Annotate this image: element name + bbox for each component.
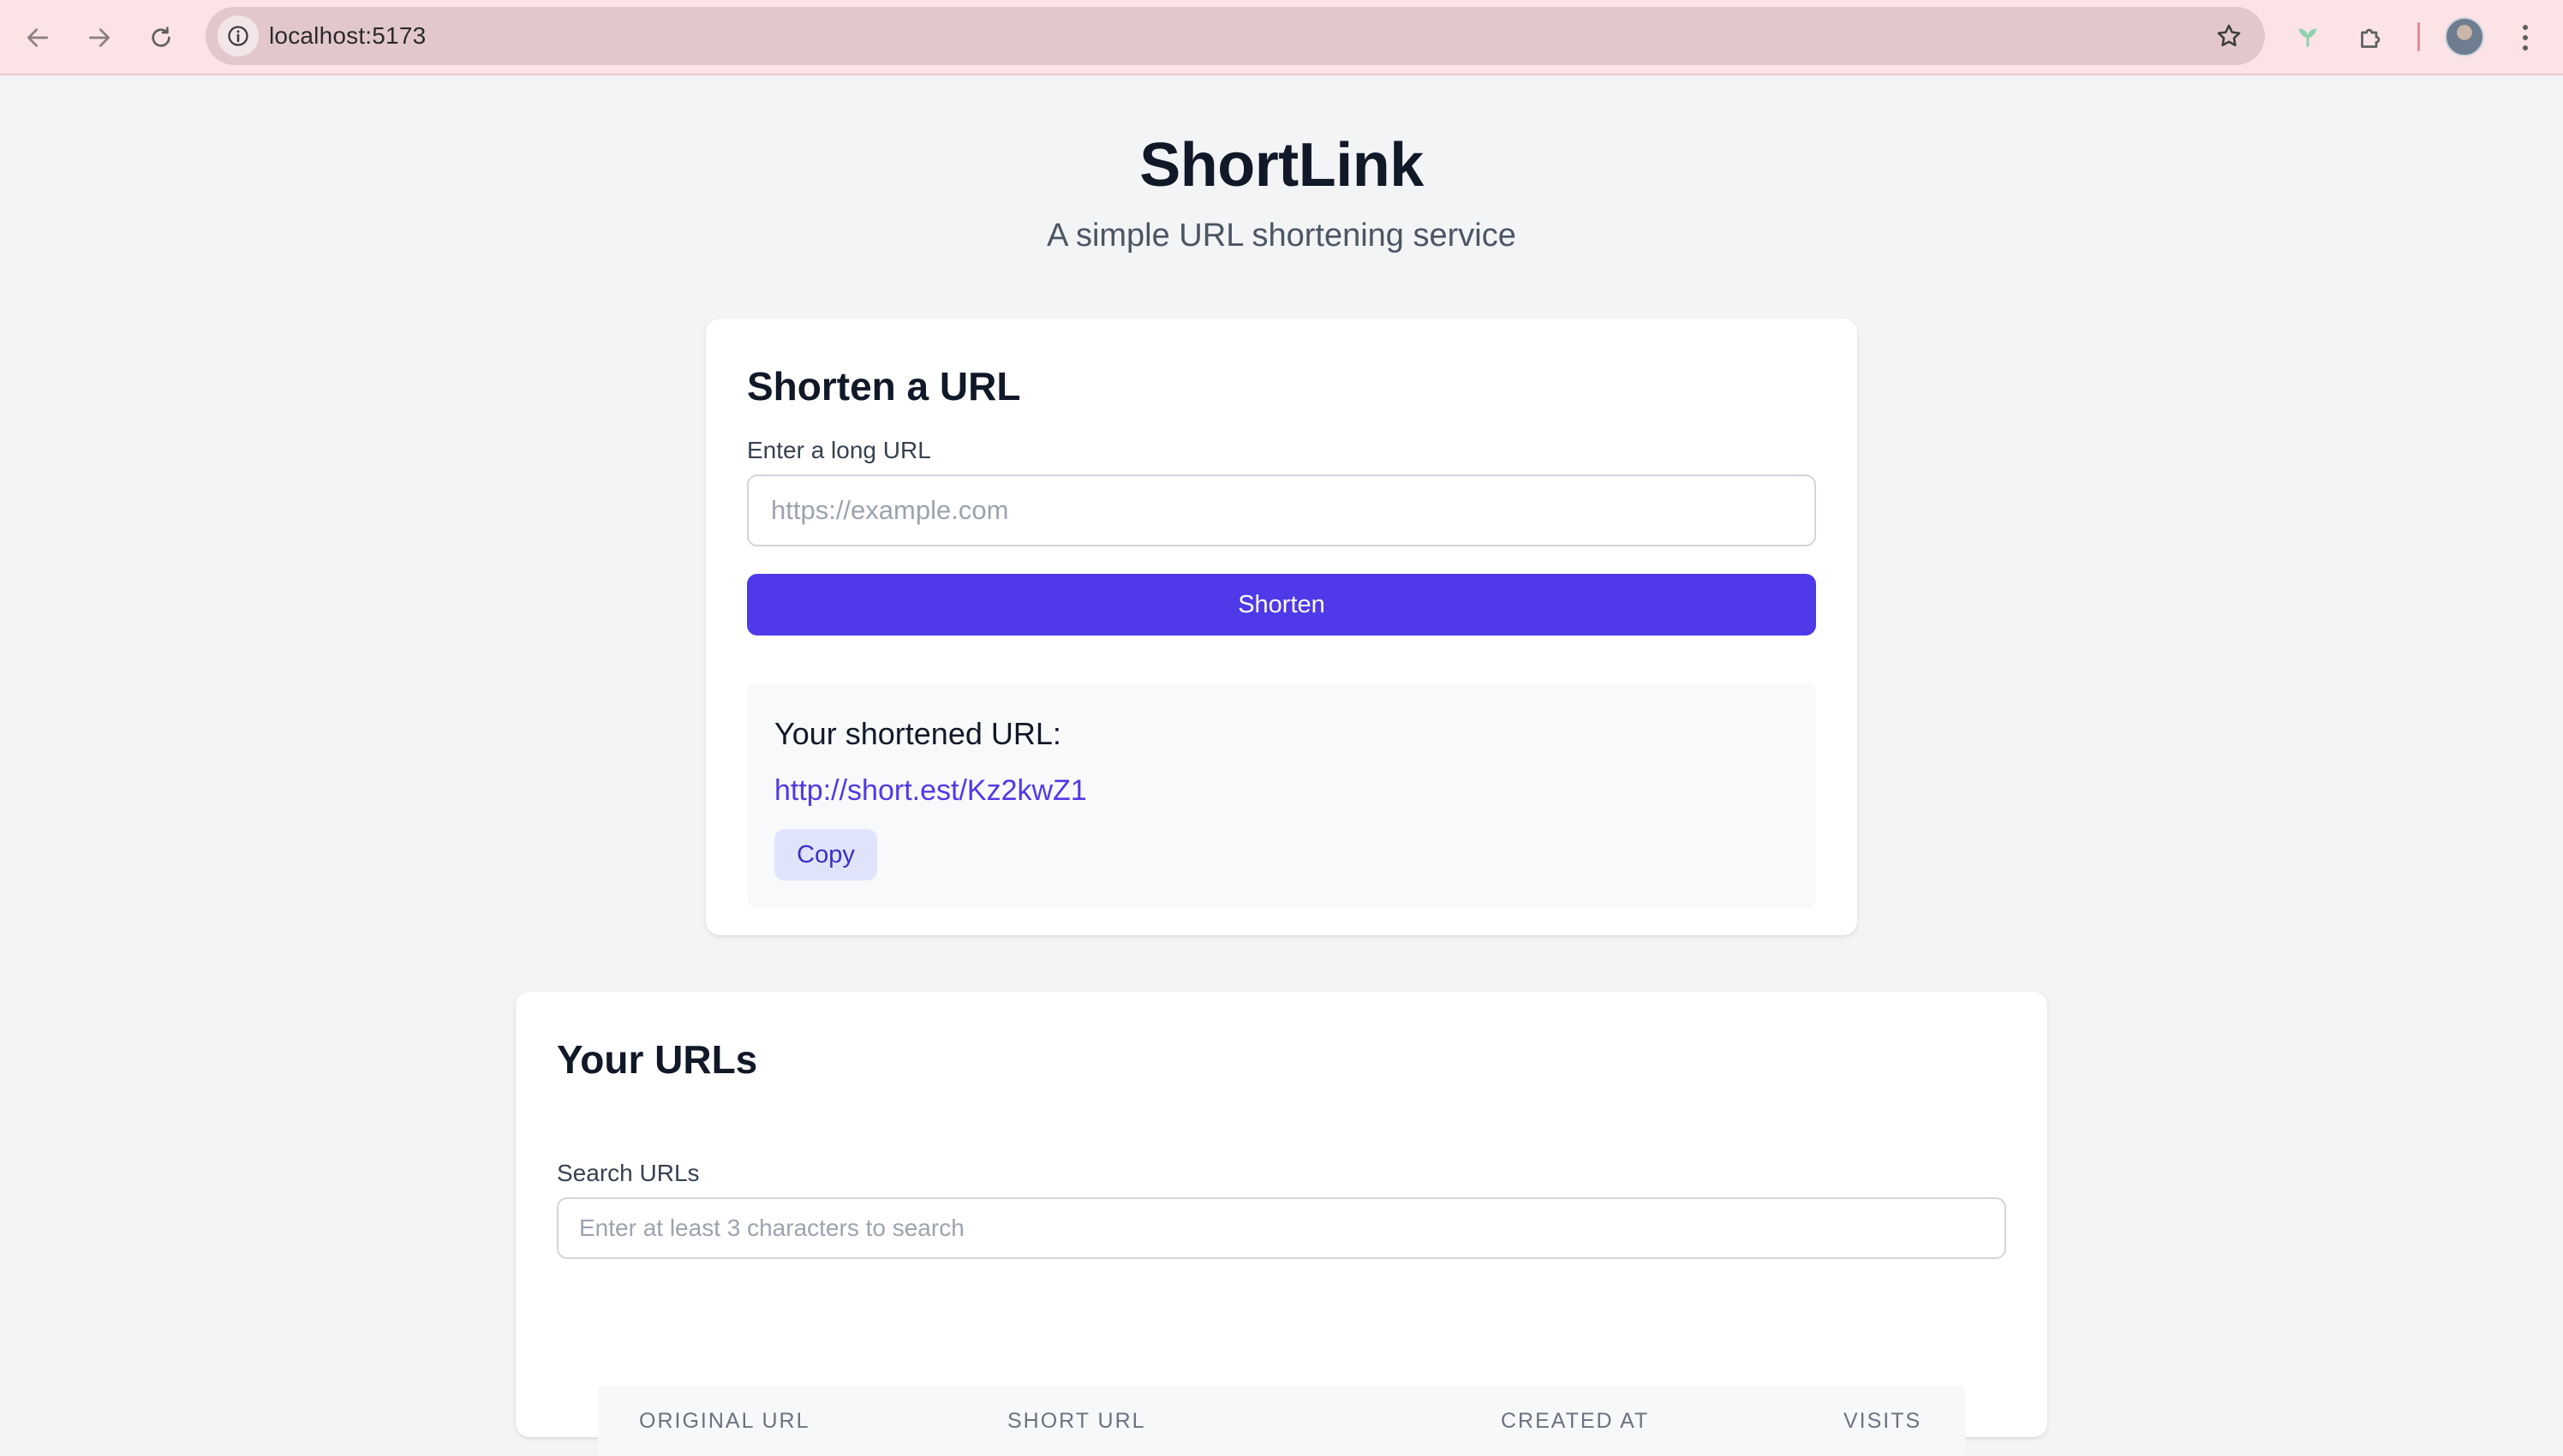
search-label: Search URLs [557, 1160, 700, 1186]
result-panel: Your shortened URL: http://short.est/Kz2… [747, 683, 1816, 908]
long-url-label: Enter a long URL [747, 437, 931, 463]
column-created-at[interactable]: CREATED AT [1501, 1386, 1649, 1456]
page-subtitle: A simple URL shortening service [1047, 218, 1516, 254]
column-short-url[interactable]: SHORT URL [1007, 1386, 1146, 1456]
shorten-card-title: Shorten a URL [747, 364, 1021, 409]
site-info-icon[interactable] [218, 15, 259, 57]
table-header: ORIGINAL URL SHORT URL CREATED AT VISITS [598, 1386, 1965, 1456]
toolbar-divider [2417, 22, 2420, 51]
short-url-link[interactable]: http://short.est/Kz2kwZ1 [774, 774, 1087, 808]
urls-card: Your URLs Search URLs ORIGINAL URL SHORT… [516, 992, 2047, 1456]
profile-avatar[interactable] [2445, 17, 2484, 57]
star-icon[interactable] [2212, 19, 2246, 53]
result-heading: Your shortened URL: [774, 716, 1061, 751]
urls-card-title: Your URLs [557, 1037, 758, 1082]
copy-button[interactable]: Copy [774, 829, 877, 880]
menu-icon[interactable] [2508, 15, 2542, 60]
address-url[interactable]: localhost:5173 [269, 7, 426, 65]
page-title: ShortLink [1139, 131, 1424, 200]
column-visits[interactable]: VISITS [1843, 1386, 1921, 1456]
column-original-url[interactable]: ORIGINAL URL [639, 1386, 810, 1456]
address-bar[interactable]: localhost:5173 [206, 7, 2265, 65]
search-input[interactable] [557, 1197, 2006, 1259]
browser-toolbar: localhost:5173 [0, 0, 2563, 75]
long-url-input[interactable] [747, 474, 1816, 546]
forward-arrow-icon[interactable] [77, 15, 122, 60]
page: ShortLink A simple URL shortening servic… [0, 77, 2563, 1456]
reload-icon[interactable] [139, 15, 183, 60]
back-arrow-icon[interactable] [15, 15, 60, 60]
puzzle-icon[interactable] [2349, 15, 2393, 60]
extension-icon[interactable] [2285, 15, 2330, 60]
shorten-button[interactable]: Shorten [747, 574, 1816, 636]
shorten-card: Shorten a URL Enter a long URL Shorten Y… [706, 319, 1857, 935]
